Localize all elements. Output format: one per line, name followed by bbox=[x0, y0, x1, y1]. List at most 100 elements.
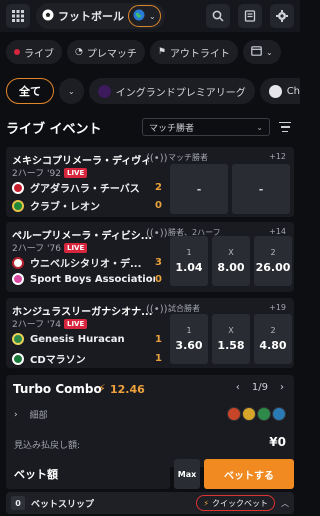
team-home: グアダラハラ・チーバス 2 bbox=[12, 180, 162, 195]
chevron-right-icon[interactable]: › bbox=[280, 382, 284, 393]
top-bar: フットボール ⌄ bbox=[0, 0, 300, 32]
odds-value: 4.80 bbox=[259, 339, 287, 352]
betslip-bar[interactable]: 0 ベットスリップ ⚡ クイックベット ︿ bbox=[6, 492, 294, 514]
team-away: CDマラソン 1 bbox=[12, 351, 162, 366]
more-markets-count[interactable]: +19 bbox=[269, 303, 286, 312]
live-stream-icon: ((•)) bbox=[146, 153, 168, 164]
chevron-up-icon[interactable]: ︿ bbox=[281, 498, 289, 509]
calendar-filter[interactable]: ⌄ bbox=[242, 40, 281, 64]
team-crest-icon bbox=[12, 181, 24, 194]
live-stream-icon: ((•)) bbox=[146, 228, 168, 239]
match-period: 2ハーフ '74 LIVE bbox=[12, 317, 88, 330]
lightning-icon: ⚡ bbox=[203, 498, 209, 508]
odds-label: 1 bbox=[186, 248, 192, 257]
team-score: 1 bbox=[155, 333, 162, 345]
lightning-icon: ⚡ bbox=[98, 382, 106, 395]
team-crest-icon bbox=[12, 273, 24, 285]
live-badge: LIVE bbox=[63, 167, 88, 178]
odds-label: 2 bbox=[270, 326, 276, 335]
league-champions[interactable]: Champio bbox=[259, 78, 300, 104]
chevron-down-icon: ⌄ bbox=[265, 47, 273, 57]
place-bet-button[interactable]: ベットする bbox=[204, 459, 294, 489]
market-select-value: マッチ勝者 bbox=[149, 123, 195, 134]
live-badge: LIVE bbox=[63, 242, 88, 253]
stake-label: ベット額 bbox=[14, 468, 58, 481]
filter-prematch[interactable]: ◔ プレマッチ bbox=[67, 40, 145, 64]
filter-live[interactable]: ライブ bbox=[6, 40, 62, 64]
league-dropdown[interactable]: ⌄ bbox=[59, 78, 84, 104]
premier-league-logo-icon bbox=[97, 84, 111, 98]
filter-outright[interactable]: ⚑ アウトライト bbox=[149, 40, 238, 64]
combo-detail-label: 細部 bbox=[29, 411, 48, 421]
max-button[interactable]: Max bbox=[174, 459, 200, 489]
live-dot-icon bbox=[14, 49, 20, 55]
team-crest-icon bbox=[12, 199, 24, 212]
champions-logo-icon bbox=[268, 84, 282, 98]
stake-input[interactable]: ベット額 bbox=[6, 459, 170, 489]
team-name: Sport Boys Association bbox=[30, 273, 156, 285]
combo-detail-toggle[interactable]: › 細部 bbox=[14, 408, 48, 422]
grid-menu-icon[interactable] bbox=[6, 4, 30, 28]
sort-filter-icon[interactable] bbox=[276, 118, 294, 136]
odds-value: 1.04 bbox=[175, 261, 203, 274]
gear-icon[interactable] bbox=[270, 4, 294, 28]
team-name: グアダラハラ・チーバス bbox=[30, 184, 140, 195]
odds-value: 8.00 bbox=[217, 261, 245, 274]
combo-pager: ‹ 1/9 › bbox=[236, 382, 284, 393]
match-period-text: 2ハーフ '92 bbox=[12, 169, 61, 179]
team-crest-icon bbox=[242, 407, 256, 421]
filter-outright-label: アウトライト bbox=[169, 48, 230, 60]
team-crest-icon bbox=[227, 407, 241, 421]
odds-button[interactable]: - bbox=[232, 164, 290, 214]
flag-icon: ⚑ bbox=[157, 47, 166, 57]
odds-button[interactable]: 2 4.80 bbox=[254, 314, 292, 364]
bet-history-icon[interactable] bbox=[238, 4, 262, 28]
team-crest-icon bbox=[12, 352, 24, 365]
team-name: Genesis Huracan bbox=[30, 333, 125, 345]
quick-bet-toggle[interactable]: ⚡ クイックベット bbox=[196, 495, 275, 511]
league-all[interactable]: 全て bbox=[6, 78, 54, 104]
match-period-text: 2ハーフ '74 bbox=[12, 320, 61, 330]
odds-label: 2 bbox=[270, 248, 276, 257]
team-home: ウニベルシタリオ・デ... 3 bbox=[12, 255, 162, 270]
match-card[interactable]: ペループリメーラ・ディビシ... 2ハーフ '76 LIVE ((•)) 勝者、… bbox=[6, 222, 294, 292]
odds-button[interactable]: X 8.00 bbox=[212, 236, 250, 286]
odds-button[interactable]: - bbox=[170, 164, 228, 214]
chevron-right-icon: › bbox=[14, 409, 18, 420]
match-period: 2ハーフ '76 LIVE bbox=[12, 241, 88, 254]
more-markets-count[interactable]: +12 bbox=[269, 152, 286, 161]
team-score: 2 bbox=[155, 182, 162, 193]
match-period-text: 2ハーフ '76 bbox=[12, 244, 61, 254]
team-away: Sport Boys Association 0 bbox=[12, 273, 162, 285]
search-icon[interactable] bbox=[206, 4, 230, 28]
turbo-combo-panel: Turbo Combo ⚡ 12.46 ‹ 1/9 › › 細部 見込み払戻し額… bbox=[6, 375, 294, 467]
match-league: ペループリメーラ・ディビシ... bbox=[12, 231, 152, 242]
odds-group: 1 3.60 X 1.58 2 4.80 bbox=[170, 314, 292, 364]
odds-label: X bbox=[228, 248, 234, 257]
payout-value: ¥0 bbox=[269, 435, 286, 449]
odds-button[interactable]: X 1.58 bbox=[212, 314, 250, 364]
filter-live-label: ライブ bbox=[24, 48, 54, 60]
match-market: 試合勝者 bbox=[168, 304, 200, 313]
chevron-left-icon[interactable]: ‹ bbox=[236, 382, 240, 393]
more-markets-count[interactable]: +14 bbox=[269, 227, 286, 236]
team-crest-icon bbox=[272, 407, 286, 421]
sport-selector[interactable]: フットボール ⌄ bbox=[36, 3, 165, 29]
match-period: 2ハーフ '92 LIVE bbox=[12, 166, 88, 179]
sport-name: フットボール bbox=[58, 10, 124, 23]
chevron-down-icon: ⌄ bbox=[256, 122, 263, 132]
odds-button[interactable]: 1 1.04 bbox=[170, 236, 208, 286]
filter-prematch-label: プレマッチ bbox=[86, 48, 137, 60]
team-name: ウニベルシタリオ・デ... bbox=[30, 259, 142, 270]
league-premier[interactable]: イングランドプレミアリーグ bbox=[88, 78, 255, 104]
odds-group: 1 1.04 X 8.00 2 26.00 bbox=[170, 236, 292, 286]
football-icon bbox=[42, 9, 54, 24]
section-title: ライブ イベント bbox=[6, 121, 102, 137]
odds-button[interactable]: 2 26.00 bbox=[254, 236, 292, 286]
market-select[interactable]: マッチ勝者 ⌄ bbox=[142, 118, 270, 136]
region-selector[interactable]: ⌄ bbox=[128, 5, 161, 27]
match-card[interactable]: ホンジュラスリーガナシオナ... 2ハーフ '74 LIVE ((•)) 試合勝… bbox=[6, 298, 294, 368]
combo-title: Turbo Combo bbox=[13, 382, 102, 396]
match-card[interactable]: メキシコプリメーラ・ディヴィ... 2ハーフ '92 LIVE ((•)) マッ… bbox=[6, 147, 294, 217]
odds-button[interactable]: 1 3.60 bbox=[170, 314, 208, 364]
